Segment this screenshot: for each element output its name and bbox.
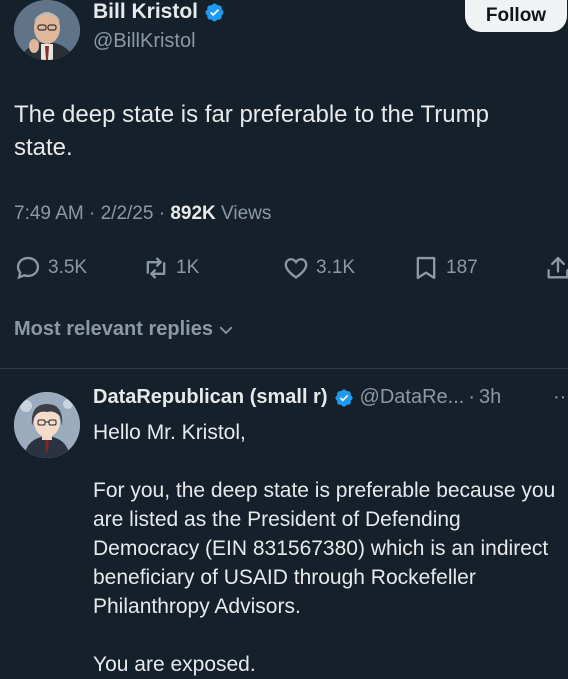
bookmark-count: 187	[446, 257, 478, 278]
reply-timestamp[interactable]: 3h	[479, 386, 501, 409]
replies-sort-dropdown[interactable]: Most relevant replies	[14, 318, 235, 341]
share-action[interactable]	[544, 254, 568, 282]
verified-badge-icon	[205, 3, 224, 21]
verified-badge-icon	[334, 388, 353, 407]
like-count: 3.1K	[316, 257, 356, 278]
bookmark-action[interactable]: 187	[412, 254, 478, 282]
reply-author-name[interactable]: DataRepublican (small r)	[93, 386, 328, 409]
reply-author-handle[interactable]: @DataRe...	[360, 386, 465, 409]
repost-count: 1K	[176, 257, 200, 278]
replies-sort-label: Most relevant replies	[14, 318, 213, 340]
reply-count: 3.5K	[48, 257, 88, 278]
repost-action[interactable]: 1K	[142, 254, 199, 282]
tweet-text: The deep state is far preferable to the …	[14, 101, 489, 161]
reply-spacer	[93, 621, 563, 650]
views-count: 892K	[170, 203, 216, 224]
reply-icon	[16, 256, 40, 280]
author-display-name[interactable]: Bill Kristol	[93, 0, 198, 24]
follow-button[interactable]: Follow	[465, 0, 567, 32]
reply-more-icon[interactable]: ··	[553, 386, 566, 409]
author-name-row: Bill Kristol	[93, 0, 225, 24]
author-avatar[interactable]	[14, 0, 80, 60]
divider	[0, 368, 568, 369]
reply-author-avatar[interactable]	[14, 392, 80, 458]
reply-body: Hello Mr. Kristol, For you, the deep sta…	[93, 418, 563, 679]
share-icon	[547, 256, 568, 279]
tweet-meta: 7:49 AM · 2/2/25 · 892K Views	[14, 203, 271, 225]
reply-line: You are exposed.	[93, 653, 256, 676]
like-action[interactable]: 3.1K	[282, 254, 355, 282]
views-label: Views	[215, 203, 272, 224]
chevron-down-icon	[219, 326, 233, 334]
action-bar: 3.5K 1K 3.1K 187	[14, 252, 568, 288]
author-handle[interactable]: @BillKristol	[93, 30, 196, 53]
reply-line: For you, the deep state is preferable be…	[93, 479, 556, 618]
repost-icon	[146, 257, 166, 279]
reply-line: Hello Mr. Kristol,	[93, 421, 246, 444]
bookmark-icon	[416, 256, 436, 280]
reply-separator: ·	[468, 386, 475, 408]
tweet-timestamp[interactable]: 7:49 AM · 2/2/25 ·	[14, 203, 170, 224]
heart-icon	[284, 258, 308, 279]
reply-action[interactable]: 3.5K	[14, 254, 87, 282]
reply-header: DataRepublican (small r) @DataRe... · 3h	[93, 386, 501, 409]
tweet-detail-page: Bill Kristol @BillKristol Follow The dee…	[0, 0, 568, 679]
reply-spacer	[93, 447, 563, 476]
